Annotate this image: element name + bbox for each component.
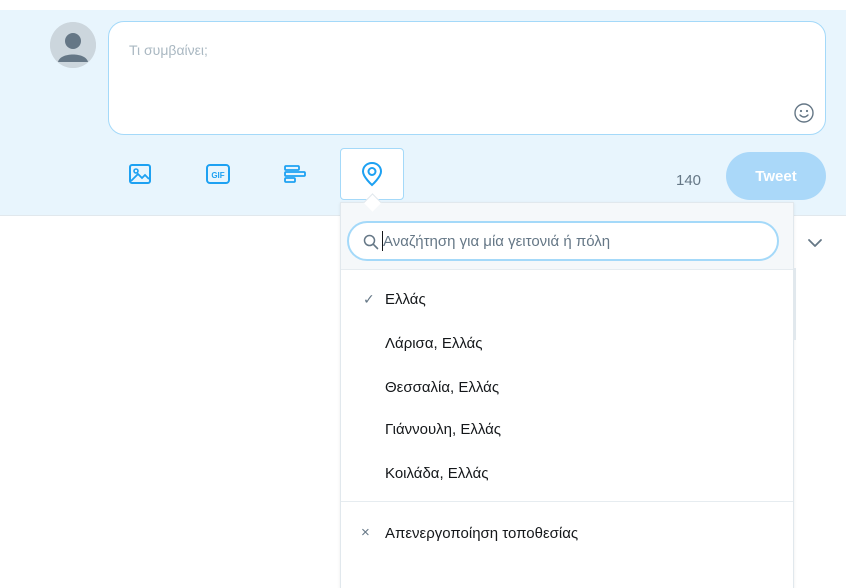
location-option-label: Γιάννουλη, Ελλάς: [385, 421, 502, 438]
location-option-label: Κοιλάδα, Ελλάς: [385, 465, 489, 482]
tweet-placeholder: Τι συμβαίνει;: [129, 42, 208, 58]
image-icon: [129, 164, 151, 184]
location-icon: [361, 161, 383, 187]
disable-location-option[interactable]: × Απενεργοποίηση τοποθεσίας: [341, 515, 793, 555]
location-option-ellas[interactable]: ✓ Ελλάς: [341, 281, 793, 321]
location-option-label: Θεσσαλία, Ελλάς: [385, 379, 500, 396]
gif-icon: GIF: [206, 164, 230, 184]
search-icon: [363, 234, 379, 250]
avatar[interactable]: [50, 22, 96, 68]
location-search-area: [341, 203, 793, 270]
top-edge: [0, 0, 846, 10]
location-option-larisa[interactable]: Λάρισα, Ελλάς: [341, 325, 793, 365]
location-option-label: Ελλάς: [385, 291, 426, 308]
add-gif-button[interactable]: GIF: [186, 148, 250, 200]
add-poll-button[interactable]: [263, 148, 327, 200]
disable-location-label: Απενεργοποίηση τοποθεσίας: [385, 525, 579, 542]
emoji-icon[interactable]: [793, 102, 815, 124]
chevron-down-icon[interactable]: [806, 236, 824, 250]
location-dropdown: ✓ Ελλάς Λάρισα, Ελλάς Θεσσαλία, Ελλάς Γι…: [340, 202, 794, 588]
svg-text:GIF: GIF: [211, 171, 224, 180]
check-icon: ✓: [363, 291, 375, 307]
tweet-button[interactable]: Tweet: [726, 152, 826, 200]
tweet-textbox[interactable]: Τι συμβαίνει;: [108, 21, 826, 135]
add-media-button[interactable]: [108, 148, 172, 200]
location-option-giannouli[interactable]: Γιάννουλη, Ελλάς: [341, 411, 793, 451]
location-option-koilada[interactable]: Κοιλάδα, Ελλάς: [341, 455, 793, 495]
dropdown-scrollbar[interactable]: [793, 268, 796, 340]
close-icon: ×: [361, 524, 370, 541]
character-counter: 140: [676, 172, 702, 189]
dropdown-divider: [341, 501, 793, 502]
location-option-thessalia[interactable]: Θεσσαλία, Ελλάς: [341, 369, 793, 409]
location-option-label: Λάρισα, Ελλάς: [385, 335, 483, 352]
location-search-input[interactable]: [383, 229, 763, 253]
location-search-box[interactable]: [347, 221, 779, 261]
default-avatar-icon: [50, 22, 96, 68]
poll-icon: [284, 165, 306, 183]
